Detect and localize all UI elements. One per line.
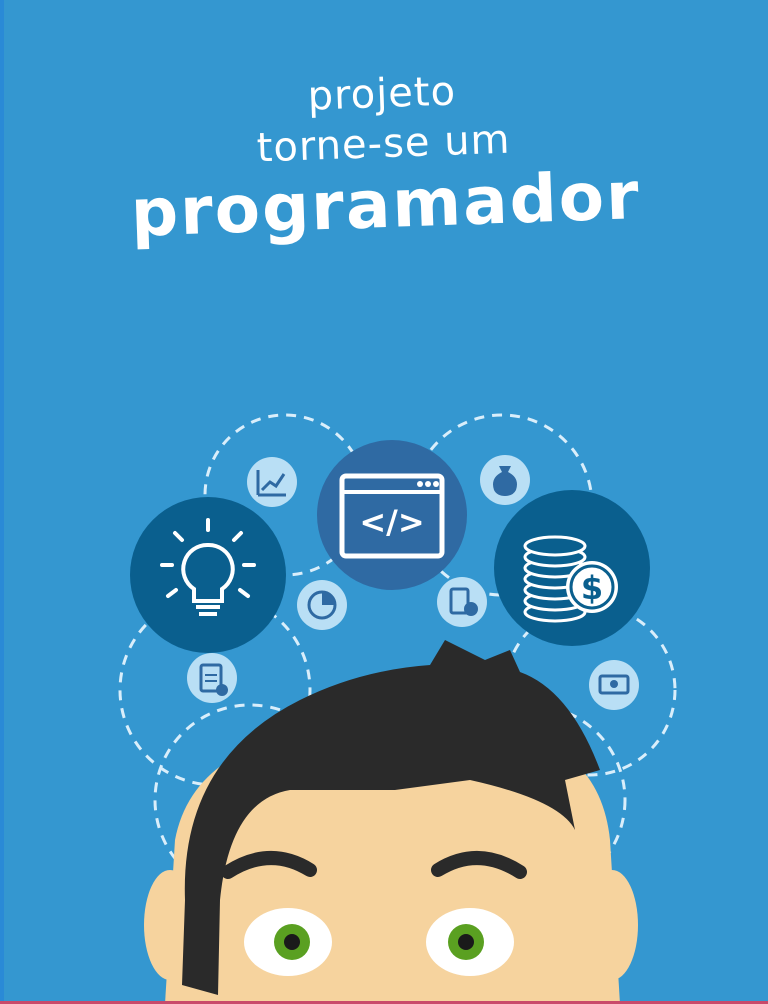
money-bag-icon (480, 455, 530, 505)
chart-icon (247, 457, 297, 507)
dollar-sign: $ (581, 569, 603, 607)
coins-stack-icon: $ (494, 490, 650, 646)
lightbulb-icon (130, 497, 286, 653)
right-eye (426, 908, 514, 976)
cover: projeto torne-se um programador </> $ (0, 0, 768, 1004)
clipboard-icon (187, 653, 237, 703)
code-symbol: </> (359, 503, 424, 541)
illustration: </> $ (118, 413, 677, 1004)
code-window-icon: </> (317, 440, 467, 590)
calculator-icon (437, 577, 487, 627)
banknote-icon (589, 660, 639, 710)
pie-chart-icon (297, 580, 347, 630)
left-eye (244, 908, 332, 976)
